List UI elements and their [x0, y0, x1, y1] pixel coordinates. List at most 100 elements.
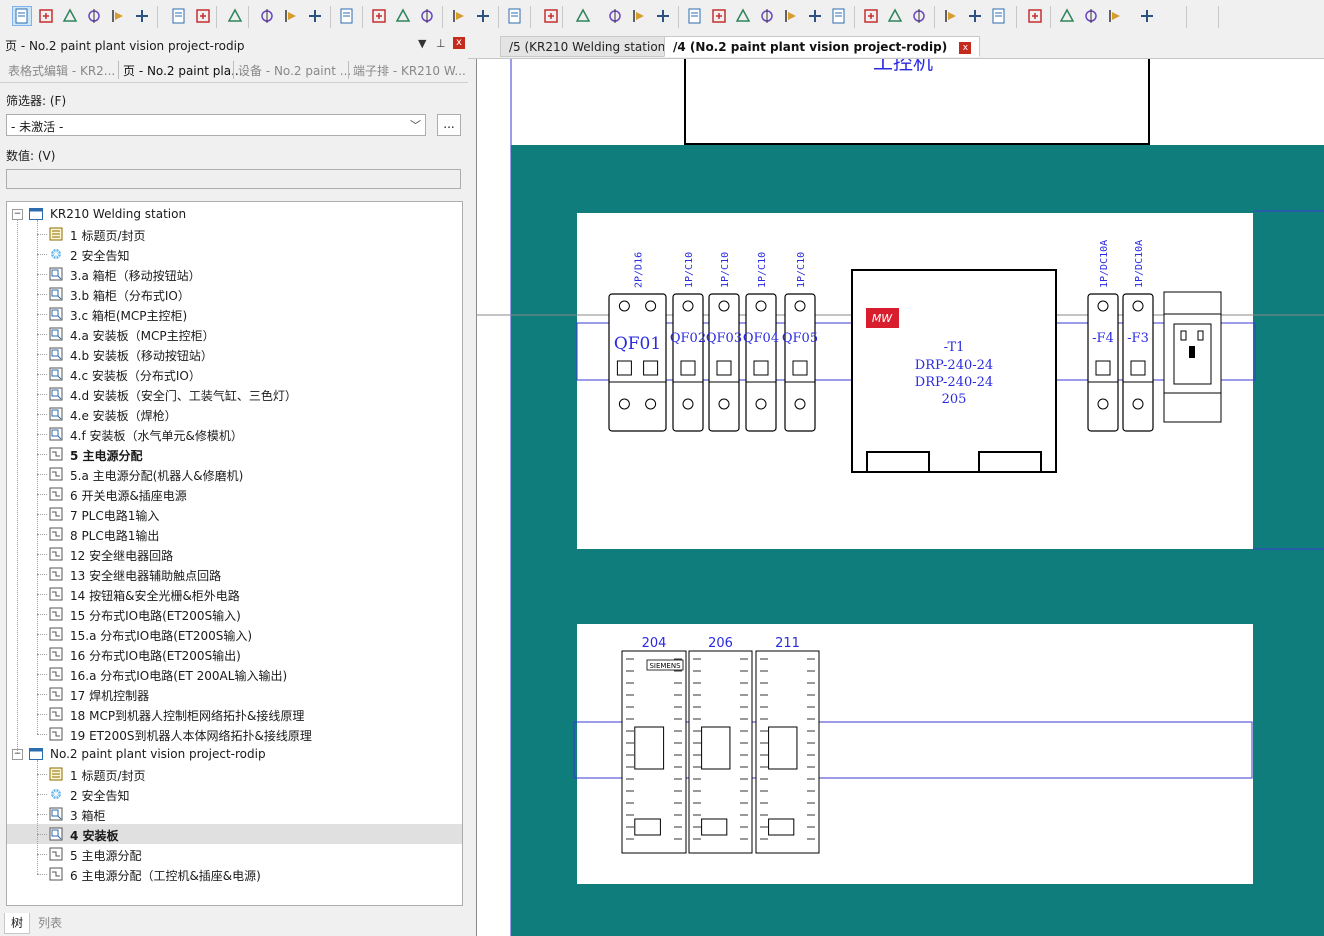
- panel-menu-icon[interactable]: ▼: [418, 37, 426, 50]
- cable-icon[interactable]: [338, 7, 356, 25]
- symbol-icon[interactable]: [474, 7, 492, 25]
- tree-page-node[interactable]: 14 按钮箱&安全光栅&柜外电路: [7, 584, 462, 604]
- plc-box-icon[interactable]: [782, 7, 800, 25]
- tree-page-node[interactable]: 15 分布式IO电路(ET200S输入): [7, 604, 462, 624]
- interruption-icon[interactable]: [1058, 7, 1076, 25]
- close-icon[interactable]: x: [959, 41, 972, 54]
- dashed-box-icon[interactable]: [910, 7, 928, 25]
- tab-doc-page-5[interactable]: /5 (KR210 Welding station): [500, 36, 679, 57]
- tree-page-node[interactable]: 15.a 分布式IO电路(ET200S输入): [7, 624, 462, 644]
- terminal-strip-icon[interactable]: [630, 7, 648, 25]
- cross-reference-icon[interactable]: [1026, 7, 1044, 25]
- table-icon[interactable]: [506, 7, 524, 25]
- pin-icon[interactable]: ⊥: [436, 37, 446, 50]
- tab-table-editing[interactable]: 表格式编辑 - KR2...: [8, 62, 115, 79]
- open-page-icon[interactable]: [61, 7, 79, 25]
- bus-connection-icon[interactable]: [966, 7, 984, 25]
- new-page-icon[interactable]: [37, 7, 55, 25]
- safety-page-icon: [49, 247, 63, 261]
- page-settings-icon[interactable]: [85, 7, 103, 25]
- tree-page-node[interactable]: 8 PLC电路1输出: [7, 524, 462, 544]
- undo-page-icon[interactable]: [109, 7, 127, 25]
- t-node-icon[interactable]: [1106, 7, 1124, 25]
- tab-terminal-strips[interactable]: 端子排 - KR210 W...: [353, 62, 466, 79]
- tree-page-node[interactable]: 13 安全继电器辅助触点回路: [7, 564, 462, 584]
- tree-page-node[interactable]: 3.a 箱柜（移动按钮站）: [7, 264, 462, 284]
- wire-icon[interactable]: [654, 7, 672, 25]
- tree-page-node[interactable]: 7 PLC电路1输入: [7, 504, 462, 524]
- tree-page-node[interactable]: 3.c 箱柜(MCP主控柜): [7, 304, 462, 324]
- drawing-canvas[interactable]: 工控机 2P/D16 QF01 1P/C10 QF02 1P/C10 QF03 1P/C10 Q…: [476, 59, 1324, 936]
- graphical-editing-icon[interactable]: [170, 7, 188, 25]
- tab-pages[interactable]: 页 - No.2 paint pla...: [123, 62, 243, 79]
- filter-select[interactable]: - 未激活 - ﹀: [6, 114, 426, 136]
- filter-more-button[interactable]: ...: [437, 114, 461, 136]
- tree-page-node[interactable]: 2 安全告知: [7, 784, 462, 804]
- tab-list[interactable]: 列表: [32, 913, 68, 933]
- page-properties-icon[interactable]: [12, 6, 32, 26]
- link-icon[interactable]: [418, 7, 436, 25]
- tab-doc-page-4[interactable]: /4 (No.2 paint plant vision project-rodi…: [664, 36, 981, 57]
- power-supply-number: 205: [942, 392, 967, 407]
- tree-page-node[interactable]: 16 分布式IO电路(ET200S输出): [7, 644, 462, 664]
- tree-page-node[interactable]: 6 主电源分配（工控机&插座&电源): [7, 864, 462, 884]
- zoom-icon[interactable]: [574, 7, 592, 25]
- tree-project-node[interactable]: − KR210 Welding station: [7, 204, 462, 224]
- tree-page-node[interactable]: 1 标题页/封页: [7, 224, 462, 244]
- tab-devices[interactable]: 设备 - No.2 paint ...: [238, 62, 351, 79]
- tree-page-node[interactable]: 17 焊机控制器: [7, 684, 462, 704]
- tree-page-node[interactable]: 4.f 安装板（水气单元&修模机）: [7, 424, 462, 444]
- jump-icon[interactable]: [734, 7, 752, 25]
- macro-icon[interactable]: [194, 7, 212, 25]
- interrupt-point-icon[interactable]: [606, 7, 624, 25]
- parts-icon[interactable]: [394, 7, 412, 25]
- plc-brand: SIEMENS: [649, 662, 681, 670]
- snap-icon[interactable]: [542, 7, 560, 25]
- title-page-icon: [49, 227, 63, 241]
- tree-page-node[interactable]: 2 安全告知: [7, 244, 462, 264]
- cable-def-icon[interactable]: [1138, 7, 1156, 25]
- wire-add-icon[interactable]: [686, 7, 704, 25]
- device-icon[interactable]: [226, 7, 244, 25]
- bus-icon[interactable]: [370, 7, 388, 25]
- tree-page-node[interactable]: 5 主电源分配: [7, 444, 462, 464]
- value-input[interactable]: [6, 169, 461, 189]
- tree-page-node[interactable]: 4.e 安装板（焊枪）: [7, 404, 462, 424]
- delete-icon[interactable]: [450, 7, 468, 25]
- tree-page-node[interactable]: 4 安装板: [7, 824, 462, 844]
- structure-box-icon[interactable]: [806, 7, 824, 25]
- line-icon[interactable]: [862, 7, 880, 25]
- potential-icon[interactable]: [282, 7, 300, 25]
- angle-icon[interactable]: [1082, 7, 1100, 25]
- next-page-icon[interactable]: [133, 7, 151, 25]
- tree-page-node[interactable]: 3 箱柜: [7, 804, 462, 824]
- value-label: 数值: (V): [6, 149, 56, 163]
- close-icon[interactable]: x: [453, 37, 465, 49]
- breaker-rating: 1P/C10: [796, 252, 807, 288]
- wire-remove-icon[interactable]: [710, 7, 728, 25]
- mounting-panel-drawing[interactable]: 工控机 2P/D16 QF01 1P/C10 QF02 1P/C10 QF03 1P/C10 Q…: [477, 59, 1324, 936]
- tree-project-node[interactable]: − No.2 paint plant vision project-rodip: [7, 744, 462, 764]
- tree-page-node[interactable]: 5 主电源分配: [7, 844, 462, 864]
- tree-page-node[interactable]: 4.b 安装板（移动按钮站）: [7, 344, 462, 364]
- tree-page-node[interactable]: 6 开关电源&插座电源: [7, 484, 462, 504]
- tree-page-node[interactable]: 3.b 箱柜（分布式IO）: [7, 284, 462, 304]
- tree-page-node[interactable]: 19 ET200S到机器人本体网络拓扑&接线原理: [7, 724, 462, 744]
- tree-page-node[interactable]: 4.a 安装板（MCP主控柜）: [7, 324, 462, 344]
- tree-page-node[interactable]: 5.a 主电源分配(机器人&修磨机): [7, 464, 462, 484]
- layout-page-icon: [49, 267, 63, 281]
- hatch-icon[interactable]: [886, 7, 904, 25]
- tree-page-node[interactable]: 16.a 分布式IO电路(ET 200AL输入输出): [7, 664, 462, 684]
- connection-icon[interactable]: [306, 7, 324, 25]
- tree-page-node[interactable]: 1 标题页/封页: [7, 764, 462, 784]
- plc-terminal-icon[interactable]: [258, 7, 276, 25]
- potential-link-icon[interactable]: [990, 7, 1008, 25]
- tree-page-node[interactable]: 12 安全继电器回路: [7, 544, 462, 564]
- tree-page-node[interactable]: 4.d 安装板（安全门、工装气缸、三色灯）: [7, 384, 462, 404]
- tab-tree[interactable]: 树: [4, 913, 31, 934]
- tree-page-node[interactable]: 18 MCP到机器人控制柜网络拓扑&接线原理: [7, 704, 462, 724]
- ground-icon[interactable]: [942, 7, 960, 25]
- black-box-icon[interactable]: [758, 7, 776, 25]
- tree-page-node[interactable]: 4.c 安装板（分布式IO）: [7, 364, 462, 384]
- placeholder-icon[interactable]: [830, 7, 848, 25]
